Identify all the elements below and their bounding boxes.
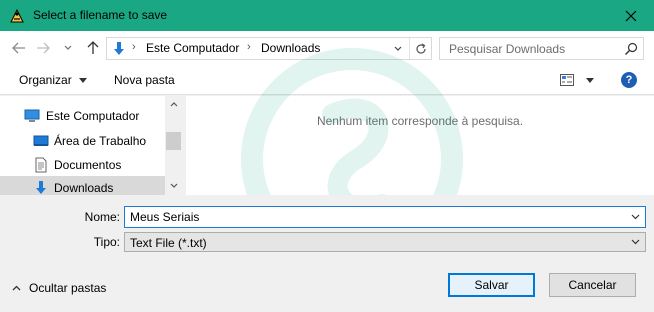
breadcrumb-downloads[interactable]: Downloads <box>261 41 320 55</box>
arrow-up-icon <box>87 41 99 54</box>
refresh-button[interactable] <box>409 38 431 59</box>
cancel-button[interactable]: Cancelar <box>549 273 636 297</box>
file-type-select[interactable]: Text File (*.txt) <box>124 232 646 252</box>
forward-button[interactable] <box>33 38 53 58</box>
navigation-pane: Este Computador Área de Trabalho Documen… <box>0 96 182 195</box>
sidebar-item-label: Este Computador <box>46 108 140 123</box>
scroll-up-button[interactable] <box>165 96 182 113</box>
sidebar-item-label: Documentos <box>54 157 122 172</box>
save-button[interactable]: Salvar <box>448 273 535 297</box>
chevron-down-icon <box>64 45 72 50</box>
sidebar-item-area-de-trabalho[interactable]: Área de Trabalho <box>0 129 165 152</box>
downloads-icon <box>36 180 46 194</box>
view-icon <box>560 74 574 86</box>
recent-locations-button[interactable] <box>61 38 75 58</box>
type-label: Tipo: <box>93 235 120 249</box>
app-icon <box>10 8 24 23</box>
view-options-button[interactable] <box>560 71 600 89</box>
scroll-down-button[interactable] <box>165 177 182 194</box>
downloads-icon <box>114 42 124 55</box>
navigation-scrollbar[interactable] <box>165 96 182 195</box>
filename-dropdown-button[interactable] <box>625 207 645 227</box>
hide-folders-label: Ocultar pastas <box>29 281 107 295</box>
address-bar[interactable]: › Este Computador › Downloads <box>106 37 432 60</box>
save-form: Nome: Tipo: Text File (*.txt) Ocultar pa… <box>0 195 654 312</box>
sidebar-item-label: Downloads <box>54 180 114 195</box>
sidebar-item-label: Área de Trabalho <box>54 133 147 148</box>
filename-input[interactable] <box>125 207 625 227</box>
address-dropdown-button[interactable] <box>389 38 407 59</box>
document-icon <box>35 157 47 172</box>
close-button[interactable] <box>608 0 654 31</box>
breadcrumb-separator-icon: › <box>132 41 136 53</box>
sidebar-item-downloads[interactable]: Downloads <box>0 176 165 195</box>
refresh-icon <box>415 42 426 54</box>
window-title: Select a filename to save <box>33 8 168 22</box>
scrollbar-thumb[interactable] <box>166 132 181 150</box>
sidebar-item-documentos[interactable]: Documentos <box>0 153 165 176</box>
desktop-icon <box>33 135 49 146</box>
hide-folders-button[interactable]: Ocultar pastas <box>12 281 106 295</box>
search-input[interactable] <box>440 38 620 59</box>
name-label: Nome: <box>84 210 120 224</box>
help-button[interactable]: ? <box>621 72 637 88</box>
breadcrumb-separator-icon: › <box>247 41 251 53</box>
empty-message: Nenhum item corresponde à pesquisa. <box>316 114 524 128</box>
chevron-down-icon <box>394 46 402 51</box>
computer-icon <box>24 109 40 122</box>
organize-button[interactable]: Organizar <box>19 73 88 87</box>
chevron-down-icon <box>170 183 177 188</box>
up-button[interactable] <box>83 38 103 58</box>
file-type-value: Text File (*.txt) <box>130 236 207 250</box>
back-button[interactable] <box>9 38 29 58</box>
arrow-left-icon <box>12 42 25 54</box>
caret-down-icon <box>586 77 594 83</box>
search-icon <box>625 42 638 55</box>
chevron-up-icon <box>170 102 177 107</box>
command-toolbar: Organizar Nova pasta ? <box>0 65 654 95</box>
caret-down-icon <box>79 78 88 84</box>
organize-label: Organizar <box>19 73 72 87</box>
chevron-up-icon <box>12 285 21 291</box>
breadcrumb-este-computador[interactable]: Este Computador <box>146 41 239 55</box>
navigation-bar: › Este Computador › Downloads <box>0 31 654 65</box>
chevron-down-icon <box>631 214 639 220</box>
search-box[interactable] <box>439 37 644 60</box>
close-icon <box>625 10 637 21</box>
file-list[interactable]: Nenhum item corresponde à pesquisa. <box>186 96 654 195</box>
file-type-dropdown-button[interactable] <box>625 233 645 251</box>
chevron-down-icon <box>631 239 639 245</box>
title-bar: Select a filename to save <box>0 0 654 31</box>
filename-combobox[interactable] <box>124 206 646 228</box>
new-folder-button[interactable]: Nova pasta <box>114 73 175 87</box>
arrow-right-icon <box>37 42 50 54</box>
sidebar-item-este-computador[interactable]: Este Computador <box>0 104 165 127</box>
